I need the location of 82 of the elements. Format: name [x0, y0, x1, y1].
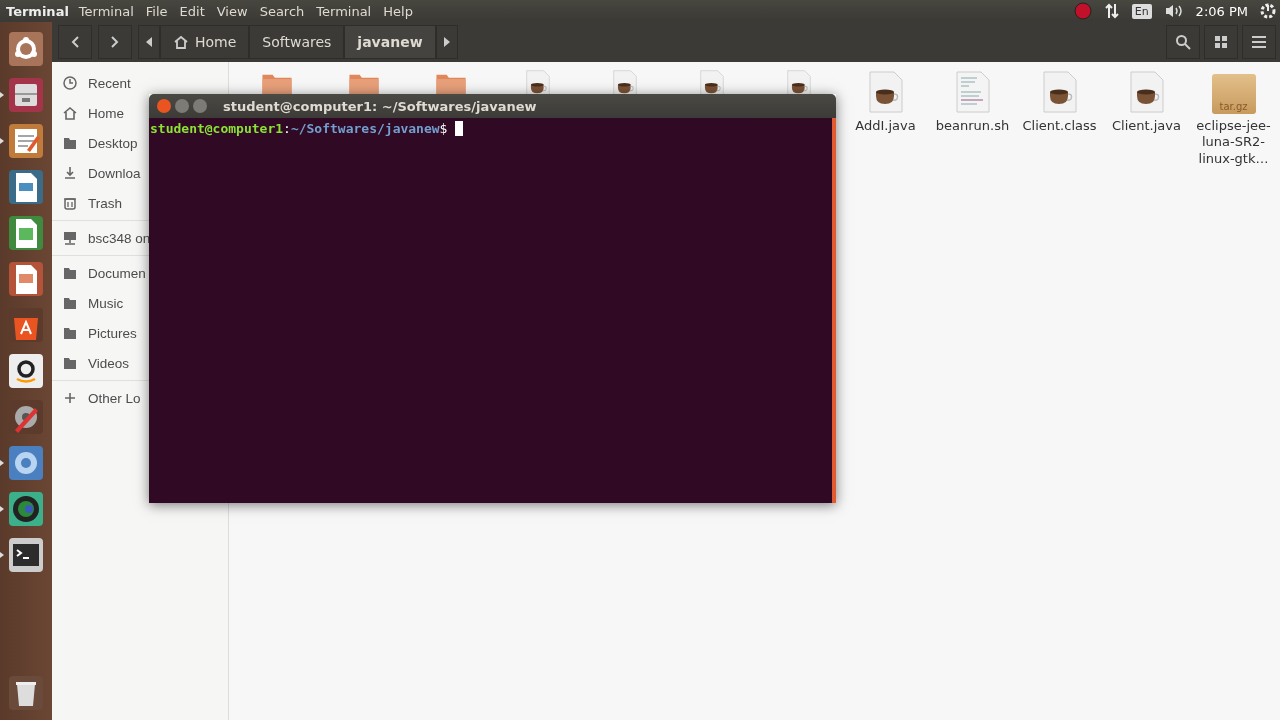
- app-name: Terminal: [5, 3, 70, 19]
- menu-item[interactable]: Search: [253, 3, 311, 19]
- record-icon[interactable]: [1073, 2, 1092, 20]
- menu-item[interactable]: Help: [377, 3, 419, 19]
- triangle-left-icon: [146, 37, 152, 47]
- file-type-label: tar.gz: [1219, 101, 1248, 114]
- plus-icon: [62, 390, 78, 406]
- window-title: student@computer1: ~/Softwares/javanew: [223, 98, 537, 114]
- running-indicator: [0, 552, 4, 558]
- grid-view-button[interactable]: [1204, 25, 1238, 59]
- search-button[interactable]: [1166, 25, 1200, 59]
- menu-item[interactable]: Edit: [173, 3, 211, 19]
- clock-icon: [62, 75, 78, 91]
- browser-app-icon[interactable]: [7, 444, 45, 482]
- running-indicator: [0, 92, 4, 98]
- sidebar-item[interactable]: Documen: [62, 258, 146, 288]
- menu-icon: [1252, 36, 1266, 48]
- sidebar-item[interactable]: Trash: [62, 188, 122, 218]
- trash-icon[interactable]: [7, 674, 45, 712]
- search-icon: [1175, 34, 1191, 50]
- menu-item[interactable]: File: [139, 3, 174, 19]
- sidebar-item[interactable]: Pictures: [62, 318, 137, 348]
- clock[interactable]: 2:06 PM: [1195, 3, 1248, 19]
- sidebar-item[interactable]: Other Lo: [62, 383, 141, 413]
- terminal-app-icon[interactable]: [7, 536, 45, 574]
- folder-icon: [62, 355, 78, 371]
- keyboard-indicator[interactable]: En: [1131, 3, 1152, 19]
- chevron-left-icon: [70, 35, 80, 49]
- download-icon: [62, 165, 78, 181]
- sidebar-item[interactable]: Desktop: [62, 128, 138, 158]
- triangle-right-icon: [443, 37, 450, 47]
- file-name[interactable]: Client.class: [1017, 118, 1102, 135]
- impress-app-icon[interactable]: [7, 260, 45, 298]
- volume-icon[interactable]: [1163, 3, 1184, 19]
- forward-button[interactable]: [98, 25, 132, 59]
- home-icon: [173, 34, 189, 50]
- path-crumb[interactable]: Home: [160, 25, 250, 59]
- file-name[interactable]: beanrun.sh: [930, 118, 1015, 135]
- prompt-line: student@computer1:~/Softwares/javanew$: [150, 121, 832, 136]
- amazon-app-icon[interactable]: [7, 352, 45, 390]
- calc-app-icon[interactable]: [7, 214, 45, 252]
- running-indicator: [0, 138, 4, 144]
- menu-item[interactable]: View: [210, 3, 254, 19]
- editor-app-icon[interactable]: [7, 122, 45, 160]
- sidebar-item[interactable]: Recent: [62, 68, 131, 98]
- sidebar-item[interactable]: Downloa: [62, 158, 141, 188]
- grid-icon: [1215, 36, 1227, 48]
- folder-icon: [62, 135, 78, 151]
- path-crumb[interactable]: Softwares: [249, 25, 345, 59]
- file-name[interactable]: Client.java: [1104, 118, 1189, 135]
- scroll-left-button[interactable]: [138, 25, 160, 59]
- dash-app-icon[interactable]: [7, 30, 45, 68]
- writer-app-icon[interactable]: [7, 168, 45, 206]
- power-gear-icon[interactable]: [1260, 3, 1276, 19]
- file-name[interactable]: AddI.java: [843, 118, 928, 135]
- sidebar-item[interactable]: bsc348 on: [62, 223, 151, 253]
- back-button[interactable]: [58, 25, 92, 59]
- text-cursor: [455, 121, 464, 136]
- minimize-button[interactable]: [175, 99, 189, 113]
- trash-icon: [62, 195, 78, 211]
- folder-icon: [62, 265, 78, 281]
- folder-icon: [62, 325, 78, 341]
- file-name[interactable]: eclipse-jee-luna-SR2-linux-gtk…: [1191, 118, 1276, 167]
- camera-app-icon[interactable]: [7, 490, 45, 528]
- sidebar-item[interactable]: Videos: [62, 348, 130, 378]
- path-crumb[interactable]: javanew: [344, 25, 436, 59]
- sidebar-item[interactable]: Home: [62, 98, 124, 128]
- files-app-icon[interactable]: [7, 76, 45, 114]
- running-indicator: [0, 460, 4, 466]
- folder-icon: [62, 295, 78, 311]
- scroll-right-button[interactable]: [435, 25, 458, 59]
- menu-item[interactable]: Terminal: [72, 3, 140, 19]
- sidebar-item[interactable]: Music: [62, 288, 124, 318]
- running-indicator: [0, 506, 4, 512]
- menu-button[interactable]: [1242, 25, 1276, 59]
- network-icon: [62, 230, 78, 246]
- network-arrows-icon[interactable]: [1103, 3, 1120, 19]
- chevron-right-icon: [110, 35, 120, 49]
- close-button[interactable]: [157, 99, 171, 113]
- maximize-button[interactable]: [193, 99, 207, 113]
- home-icon: [62, 105, 78, 121]
- menu-item[interactable]: Terminal: [310, 3, 378, 19]
